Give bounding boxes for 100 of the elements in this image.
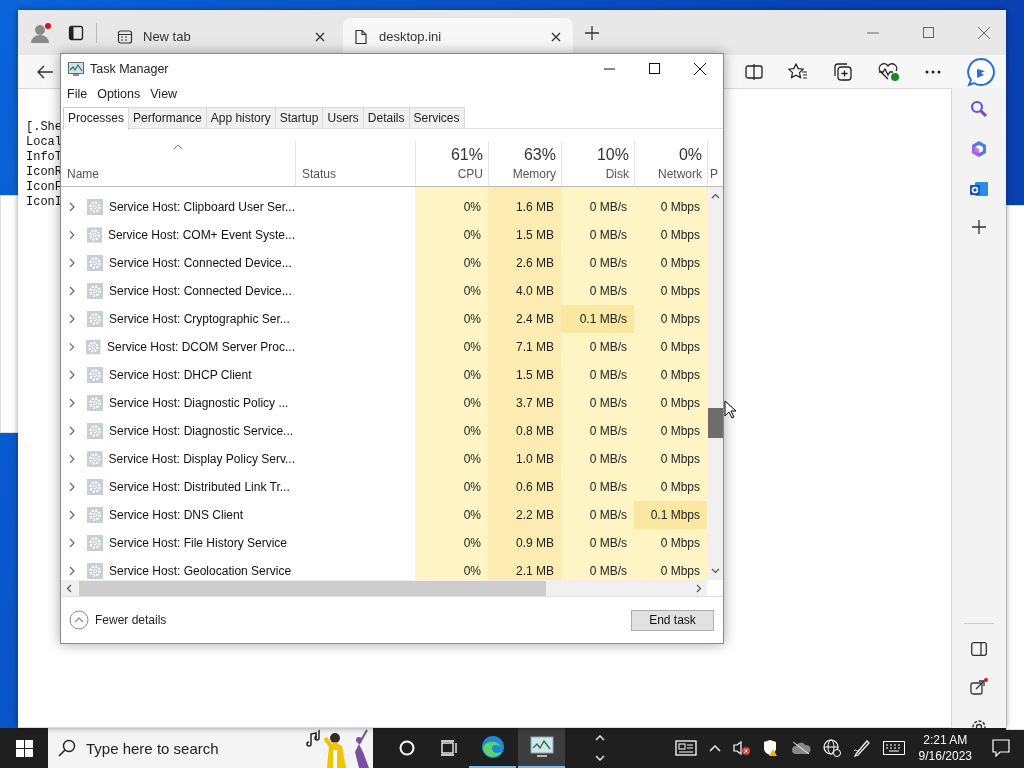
external-link-icon[interactable]: [970, 678, 988, 696]
favorites-icon[interactable]: [788, 62, 808, 81]
expand-chevron-icon[interactable]: [69, 426, 75, 436]
scrollbar-thumb[interactable]: [79, 580, 546, 596]
expand-chevron-icon[interactable]: [69, 258, 75, 268]
collapse-chevron-icon[interactable]: [69, 610, 89, 630]
column-header[interactable]: 10% Disk: [561, 141, 634, 186]
back-arrow-icon[interactable]: [37, 64, 53, 79]
clock-time[interactable]: 2:21 AM: [923, 732, 968, 748]
menu-item[interactable]: File: [67, 86, 88, 101]
news-icon[interactable]: [674, 740, 697, 756]
scroll-down-icon[interactable]: [710, 568, 720, 574]
panel-icon[interactable]: [971, 642, 987, 656]
value-cell: 0 MB/s: [561, 445, 634, 473]
process-name-cell[interactable]: Service Host: Display Policy Serv...: [61, 445, 295, 473]
tab[interactable]: Users: [322, 107, 364, 128]
chevron-up-icon[interactable]: [708, 744, 721, 752]
menu-item[interactable]: View: [150, 86, 178, 101]
new-tab-icon[interactable]: [585, 25, 599, 40]
chat-bubble-icon[interactable]: [966, 56, 996, 87]
swirl-icon: [480, 735, 505, 759]
process-name-cell[interactable]: Service Host: Distributed Link Tr...: [61, 473, 295, 501]
column-header[interactable]: Status: [295, 141, 415, 186]
more-icon[interactable]: [925, 69, 941, 74]
tab[interactable]: Services: [408, 107, 465, 128]
column-header[interactable]: 61% CPU: [415, 141, 488, 186]
collections-icon[interactable]: [833, 62, 853, 81]
end-task-button[interactable]: End task: [631, 609, 714, 631]
task-view-icon[interactable]: [441, 740, 459, 756]
scroll-arrows-icon[interactable]: [595, 733, 605, 763]
expand-chevron-icon[interactable]: [69, 370, 75, 380]
tab-actions-icon[interactable]: [68, 24, 84, 41]
expand-chevron-icon[interactable]: [69, 510, 75, 520]
expand-chevron-icon[interactable]: [69, 202, 75, 212]
expand-chevron-icon[interactable]: [69, 482, 75, 492]
scrollbar-thumb[interactable]: [707, 408, 723, 438]
process-name-cell[interactable]: Service Host: File History Service: [61, 529, 295, 557]
expand-chevron-icon[interactable]: [69, 454, 75, 464]
process-name-cell[interactable]: Service Host: DNS Client: [61, 501, 295, 529]
process-name-cell[interactable]: Service Host: Connected Device...: [61, 277, 295, 305]
add-icon[interactable]: [972, 220, 986, 234]
column-header[interactable]: P: [707, 141, 723, 186]
menu-item[interactable]: Options: [97, 86, 141, 101]
close-icon[interactable]: [694, 62, 706, 75]
expand-chevron-icon[interactable]: [69, 398, 75, 408]
tab[interactable]: Startup: [274, 107, 324, 128]
expand-chevron-icon[interactable]: [69, 314, 75, 324]
horizontal-scrollbar[interactable]: [61, 580, 707, 596]
process-name-cell[interactable]: Service Host: Clipboard User Ser...: [61, 193, 295, 221]
column-header[interactable]: Name: [61, 141, 295, 186]
expand-chevron-icon[interactable]: [69, 286, 75, 296]
close-icon[interactable]: [551, 31, 561, 42]
settings-icon[interactable]: [970, 718, 988, 728]
value-cell: 0%: [415, 501, 488, 529]
tab[interactable]: App history: [205, 107, 276, 128]
expand-chevron-icon[interactable]: [69, 342, 75, 352]
process-name-cell[interactable]: Service Host: Diagnostic Policy ...: [61, 389, 295, 417]
fewer-details-link[interactable]: Fewer details: [95, 613, 167, 627]
maximize-icon[interactable]: [649, 63, 660, 74]
minimize-icon[interactable]: [604, 67, 615, 70]
scroll-up-icon[interactable]: [710, 193, 720, 199]
taskbar-app[interactable]: [518, 728, 565, 768]
tab[interactable]: Performance: [128, 107, 207, 128]
expand-chevron-icon[interactable]: [69, 566, 75, 576]
volume-muted-icon[interactable]: [732, 740, 751, 756]
close-icon[interactable]: [315, 31, 325, 42]
scroll-right-icon[interactable]: [696, 583, 702, 593]
pen-icon[interactable]: [852, 739, 871, 757]
column-header[interactable]: 63% Memory: [488, 141, 561, 186]
health-icon[interactable]: [878, 62, 900, 81]
process-name-cell[interactable]: Service Host: Geolocation Service: [61, 557, 295, 580]
expand-chevron-icon[interactable]: [69, 538, 75, 548]
notification-icon[interactable]: [992, 739, 1010, 757]
globe-icon[interactable]: [822, 739, 841, 757]
process-name-cell[interactable]: Service Host: DHCP Client: [61, 361, 295, 389]
scroll-left-icon[interactable]: [66, 583, 72, 593]
hexagon-icon[interactable]: [970, 140, 988, 158]
vertical-scrollbar[interactable]: [707, 187, 723, 580]
circle-icon[interactable]: [399, 740, 415, 756]
value-cell: 0 Mbps: [634, 445, 707, 473]
process-name-cell[interactable]: Service Host: COM+ Event Syste...: [61, 221, 295, 249]
tab[interactable]: Processes: [63, 107, 130, 130]
process-name-cell[interactable]: Service Host: Cryptographic Ser...: [61, 305, 295, 333]
shield-icon[interactable]: [762, 739, 779, 757]
windows-logo-icon[interactable]: [16, 739, 33, 757]
browser-tab[interactable]: desktop.ini: [343, 18, 573, 55]
browser-tab[interactable]: New tab: [107, 18, 337, 55]
tab[interactable]: Details: [362, 107, 410, 128]
search-icon[interactable]: [970, 100, 988, 118]
split-screen-icon[interactable]: [745, 63, 763, 80]
profile-icon[interactable]: [30, 21, 52, 44]
keyboard-icon[interactable]: [882, 741, 905, 755]
clock-date[interactable]: 9/16/2023: [918, 748, 972, 764]
mail-app-icon[interactable]: [969, 180, 989, 198]
process-name-cell[interactable]: Service Host: Connected Device...: [61, 249, 295, 277]
process-name-cell[interactable]: Service Host: Diagnostic Service...: [61, 417, 295, 445]
column-header[interactable]: 0% Network: [634, 141, 707, 186]
cloud-icon[interactable]: [790, 741, 811, 755]
process-name-cell[interactable]: Service Host: DCOM Server Proc...: [61, 333, 295, 361]
expand-chevron-icon[interactable]: [69, 230, 75, 240]
